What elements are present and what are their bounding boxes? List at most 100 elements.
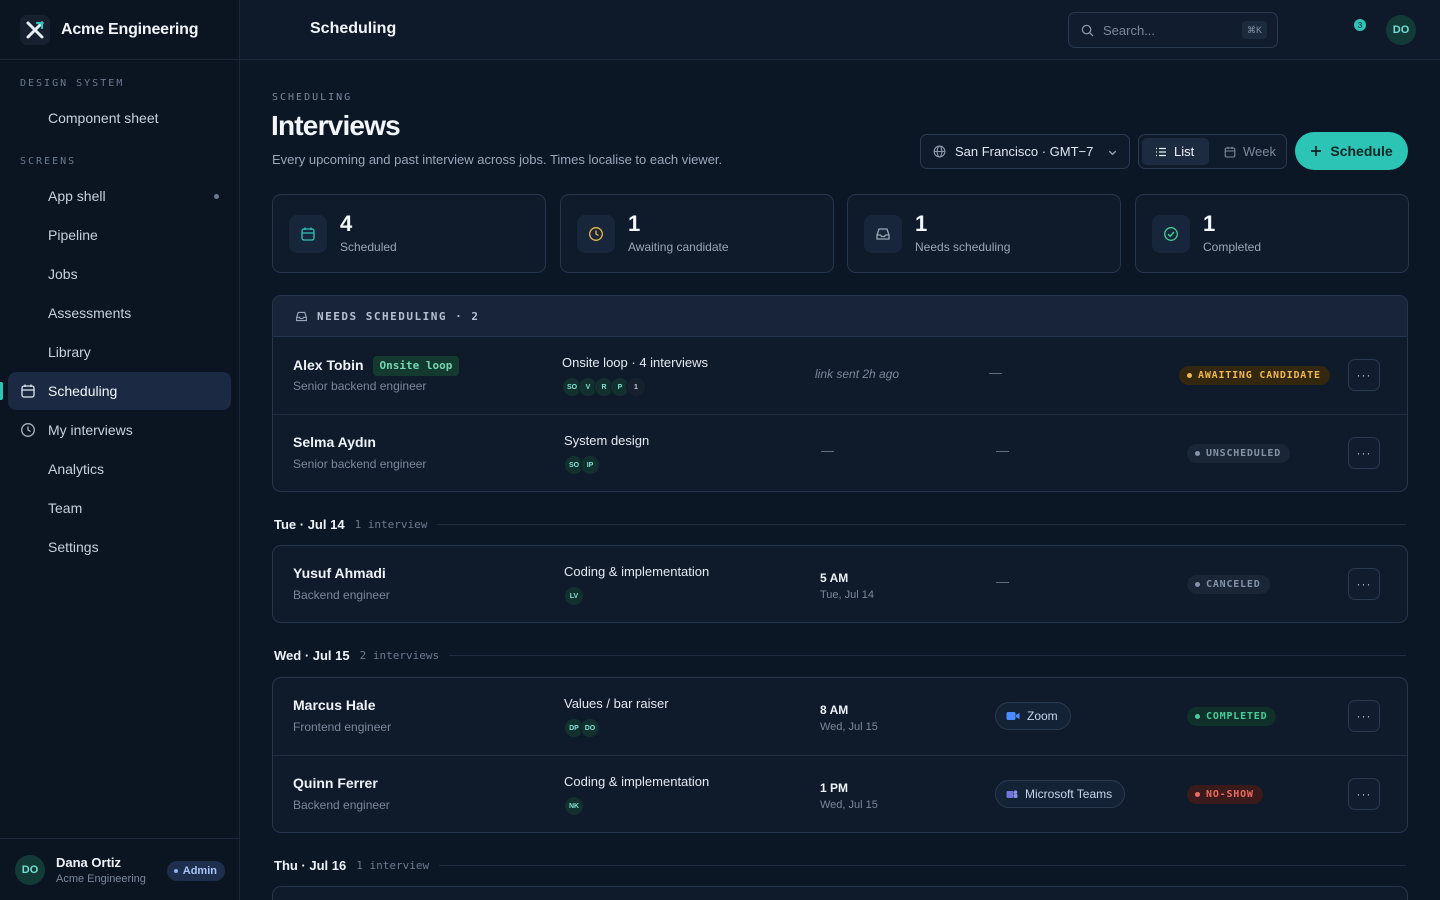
candidate-name[interactable]: Alex Tobin bbox=[293, 357, 364, 373]
table-row[interactable]: Yusuf Ahmadi Backend engineer Coding & i… bbox=[273, 546, 1407, 622]
sidebar-item-my-interviews[interactable]: My interviews bbox=[8, 411, 231, 449]
day-label: Thu · Jul 16 bbox=[274, 858, 347, 873]
day-label: Tue · Jul 14 bbox=[274, 517, 345, 532]
notification-badge[interactable]: 3 bbox=[1354, 19, 1366, 31]
user-org: Acme Engineering bbox=[56, 872, 146, 885]
interview-time: 8 AM bbox=[820, 703, 849, 717]
candidate-name[interactable]: Marcus Hale bbox=[293, 697, 375, 713]
status-badge: COMPLETED bbox=[1187, 707, 1277, 726]
inbox-icon bbox=[296, 311, 307, 321]
globe-icon bbox=[933, 145, 946, 158]
timezone-select[interactable]: San Francisco · GMT−7 bbox=[920, 134, 1130, 169]
sidebar-item-pipeline[interactable]: Pipeline bbox=[8, 216, 231, 254]
meeting-empty: — bbox=[996, 443, 1009, 458]
interview-title: Coding & implementation bbox=[564, 774, 710, 789]
sidebar-item-component-sheet[interactable]: Component sheet bbox=[8, 99, 231, 137]
search-input[interactable]: Search... ⌘K bbox=[1068, 12, 1278, 48]
sidebar-item-label: Component sheet bbox=[48, 110, 159, 126]
interview-title: System design bbox=[564, 433, 650, 448]
table-row[interactable]: Marcus Hale Frontend engineer Values / b… bbox=[273, 678, 1407, 755]
sidebar-item-scheduling[interactable]: Scheduling bbox=[8, 372, 231, 410]
row-actions-button[interactable]: ··· bbox=[1348, 700, 1380, 732]
sidebar-item-label: App shell bbox=[48, 188, 106, 204]
stat-value: 1 bbox=[628, 211, 641, 236]
meeting-link-zoom[interactable]: Zoom bbox=[995, 702, 1071, 730]
avatar: DO bbox=[15, 854, 45, 885]
page-title: Interviews bbox=[271, 110, 401, 141]
candidate-name[interactable]: Quinn Ferrer bbox=[293, 775, 378, 791]
interviewer-avatars: LV bbox=[564, 586, 584, 606]
view-list-button[interactable]: List bbox=[1142, 138, 1209, 165]
nav-section-screens: SCREENS bbox=[20, 156, 77, 167]
topbar-title: Scheduling bbox=[310, 20, 397, 37]
stat-label: Needs scheduling bbox=[915, 240, 1011, 254]
status-badge: CANCELED bbox=[1187, 575, 1270, 594]
interview-date: Tue, Jul 14 bbox=[820, 589, 875, 601]
stat-card-completed[interactable]: 1 Completed bbox=[1135, 194, 1409, 273]
row-actions-button[interactable]: ··· bbox=[1348, 568, 1380, 600]
stat-label: Awaiting candidate bbox=[628, 240, 729, 254]
meeting-link-teams[interactable]: Microsoft Teams bbox=[995, 780, 1126, 808]
candidate-role: Frontend engineer bbox=[293, 720, 392, 734]
panel-title: NEEDS SCHEDULING · 2 bbox=[317, 309, 480, 323]
current-user[interactable]: DO Dana Ortiz Acme Engineering Admin bbox=[0, 838, 240, 900]
sidebar-item-library[interactable]: Library bbox=[8, 333, 231, 371]
day-header: Tue · Jul 14 1 interview bbox=[274, 517, 1406, 532]
sidebar-item-label: Assessments bbox=[48, 305, 132, 321]
table-row[interactable]: Selma Aydın Senior backend engineer Syst… bbox=[273, 414, 1407, 491]
sidebar-item-assessments[interactable]: Assessments bbox=[8, 294, 231, 332]
divider bbox=[437, 524, 1406, 525]
stat-card-scheduled[interactable]: 4 Scheduled bbox=[272, 194, 546, 273]
search-icon bbox=[1081, 24, 1094, 37]
teams-icon bbox=[1006, 789, 1018, 798]
sidebar-item-label: Analytics bbox=[48, 461, 105, 477]
avatar: NK bbox=[564, 796, 584, 816]
stat-value: 1 bbox=[915, 211, 928, 236]
sidebar-item-team[interactable]: Team bbox=[8, 489, 231, 527]
interview-title: Onsite loop · 4 interviews bbox=[562, 355, 708, 370]
brand[interactable]: Acme Engineering bbox=[0, 0, 239, 60]
sidebar-item-jobs[interactable]: Jobs bbox=[8, 255, 231, 293]
page-eyebrow: SCHEDULING bbox=[272, 92, 353, 103]
candidate-name[interactable]: Selma Aydın bbox=[293, 434, 376, 450]
unread-dot bbox=[214, 194, 219, 199]
table-row[interactable]: Alex Tobin Onsite loop Senior backend eng… bbox=[273, 337, 1407, 414]
day-panel: Yusuf Ahmadi Backend engineer Coding & i… bbox=[272, 545, 1408, 623]
chevron-down-icon bbox=[1108, 150, 1117, 156]
row-actions-button[interactable]: ··· bbox=[1348, 359, 1380, 391]
user-menu-avatar[interactable]: DO bbox=[1386, 15, 1416, 45]
day-count: 1 interview bbox=[354, 518, 428, 531]
status-badge: UNSCHEDULED bbox=[1187, 444, 1291, 463]
sidebar-item-app-shell[interactable]: App shell bbox=[8, 177, 231, 215]
shortcut-hint: ⌘K bbox=[1241, 21, 1267, 39]
stat-label: Completed bbox=[1203, 240, 1262, 254]
interviewer-avatars: DP DO bbox=[564, 718, 600, 738]
stat-card-needs-scheduling[interactable]: 1 Needs scheduling bbox=[847, 194, 1121, 273]
sidebar-item-analytics[interactable]: Analytics bbox=[8, 450, 231, 488]
sidebar-item-settings[interactable]: Settings bbox=[8, 528, 231, 566]
interviewer-avatars: NK bbox=[564, 796, 584, 816]
clock-icon bbox=[21, 423, 35, 437]
avatar: IP bbox=[580, 455, 600, 475]
schedule-label: Schedule bbox=[1330, 143, 1393, 159]
candidate-role: Backend engineer bbox=[293, 798, 390, 812]
time-empty: — bbox=[821, 443, 834, 458]
table-row[interactable]: Quinn Ferrer Backend engineer Coding & i… bbox=[273, 755, 1407, 832]
sidebar-item-label: Pipeline bbox=[48, 227, 98, 243]
schedule-button[interactable]: Schedule bbox=[1295, 132, 1408, 170]
view-week-button[interactable]: Week bbox=[1211, 138, 1283, 165]
meeting-label: Microsoft Teams bbox=[1025, 787, 1113, 801]
zoom-icon bbox=[1006, 712, 1020, 720]
sidebar-item-label: Team bbox=[48, 500, 83, 516]
timezone-value: San Francisco · GMT−7 bbox=[955, 144, 1094, 159]
row-actions-button[interactable]: ··· bbox=[1348, 778, 1380, 810]
stat-card-awaiting[interactable]: 1 Awaiting candidate bbox=[560, 194, 834, 273]
candidate-name[interactable]: Yusuf Ahmadi bbox=[293, 565, 386, 581]
row-actions-button[interactable]: ··· bbox=[1348, 437, 1380, 469]
loop-tag: Onsite loop bbox=[372, 356, 460, 376]
meeting-empty: — bbox=[996, 574, 1009, 589]
sidebar-item-label: Scheduling bbox=[48, 383, 118, 399]
panel-header: NEEDS SCHEDULING · 2 bbox=[273, 296, 1407, 337]
interview-time: 5 AM bbox=[820, 571, 849, 585]
view-week-label: Week bbox=[1243, 144, 1276, 159]
